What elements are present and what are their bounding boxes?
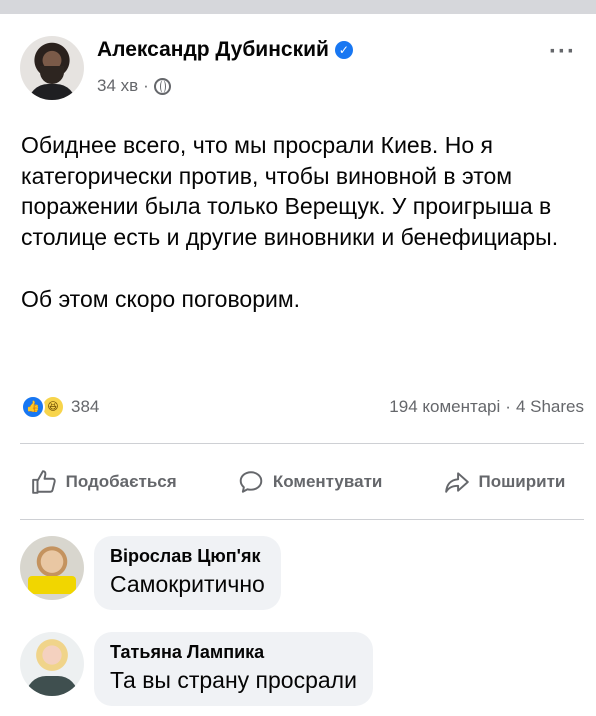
reaction-count: 384 (71, 397, 100, 416)
post-paragraph-1: Обиднее всего, что мы просрали Киев. Но … (21, 132, 559, 250)
comment-bubble: Татьяна Лампика Та вы страну просрали (94, 632, 373, 706)
commenter-name[interactable]: Вірослав Цюп'як (110, 546, 265, 567)
share-button[interactable]: Поширити (444, 469, 566, 495)
comment-text: Та вы страну просрали (110, 667, 357, 693)
comment-label: Коментувати (272, 472, 383, 491)
comment-item: Вірослав Цюп'як Самокритично (20, 536, 281, 610)
comment-count[interactable]: 194 коментарі (389, 397, 500, 417)
comment-text: Самокритично (110, 571, 265, 597)
meta-separator: · (143, 76, 149, 95)
post-meta: 34 хв · (97, 76, 171, 96)
like-reaction-icon: 👍 (21, 395, 45, 419)
author-avatar[interactable] (20, 36, 84, 100)
reactions-summary[interactable]: 👍 😆 384 (21, 395, 99, 419)
like-label: Подобається (65, 472, 177, 491)
globe-icon (153, 77, 171, 95)
share-icon (444, 472, 469, 493)
engagement-counts: 194 коментарі · 4 Shares (389, 397, 584, 417)
more-options-button[interactable]: ··· (549, 38, 576, 66)
divider-top (20, 443, 584, 444)
comment-bubble: Вірослав Цюп'як Самокритично (94, 536, 281, 610)
like-button[interactable]: Подобається (31, 469, 177, 495)
post-text: Обиднее всего, что мы просрали Киев. Но … (21, 130, 586, 315)
post-paragraph-2: Об этом скоро поговорим. (21, 286, 301, 312)
comment-icon (239, 471, 263, 493)
author-name[interactable]: Александр Дубинский ✓ (97, 38, 353, 62)
comment-item: Татьяна Лампика Та вы страну просрали (20, 632, 373, 706)
top-bar (0, 0, 596, 14)
commenter-avatar[interactable] (20, 632, 84, 696)
count-separator: · (505, 397, 511, 416)
thumbs-up-icon (31, 470, 56, 494)
commenter-avatar[interactable] (20, 536, 84, 600)
post-actions: Подобається Коментувати Поширити (0, 462, 596, 502)
verified-icon: ✓ (334, 41, 353, 59)
comment-button[interactable]: Коментувати (238, 469, 383, 495)
share-count[interactable]: 4 Shares (516, 397, 584, 417)
divider-bottom (20, 519, 584, 520)
commenter-name[interactable]: Татьяна Лампика (110, 642, 357, 663)
post-time[interactable]: 34 хв (97, 76, 138, 96)
author-name-text[interactable]: Александр Дубинский (97, 38, 329, 62)
share-label: Поширити (478, 472, 566, 491)
